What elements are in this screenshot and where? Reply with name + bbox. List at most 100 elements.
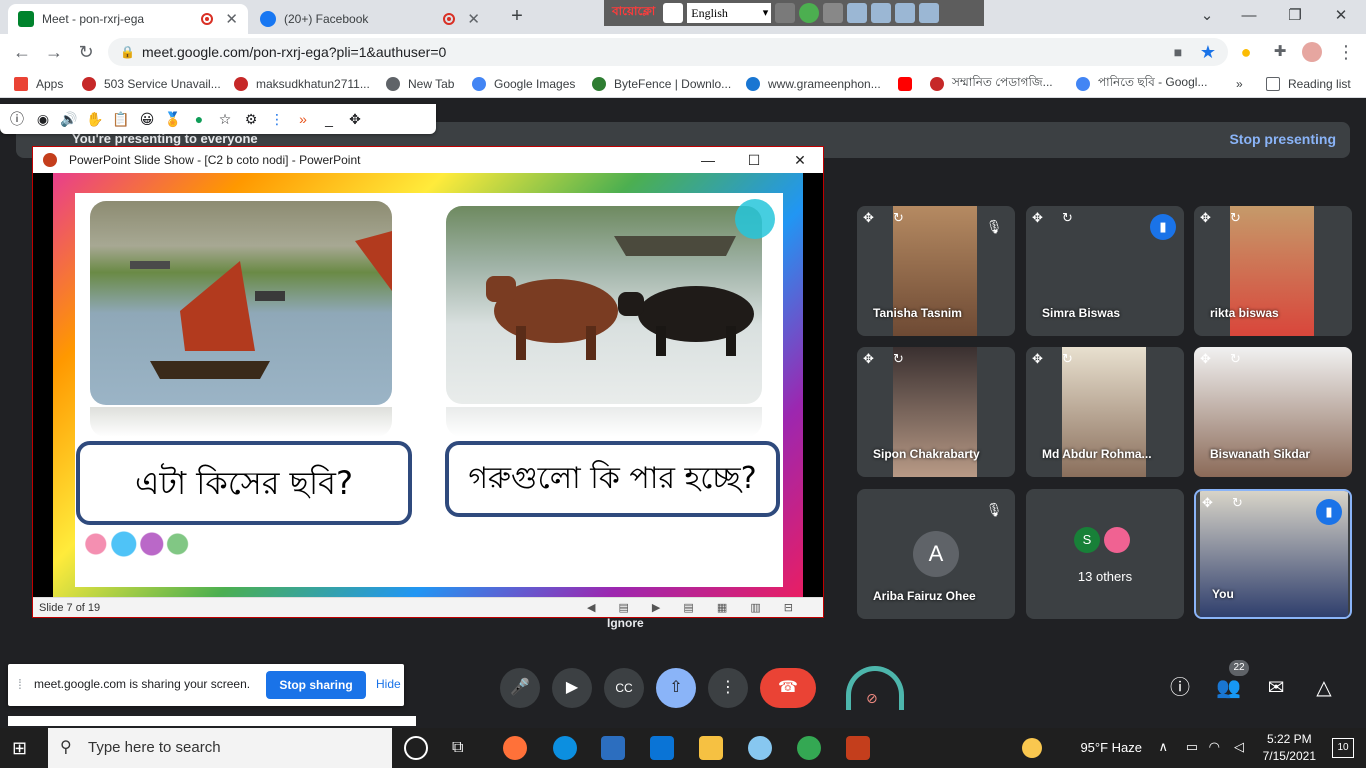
stop-presenting-button[interactable]: Stop presenting [1229,131,1336,147]
new-tab-button[interactable]: + [494,4,540,28]
mail-icon[interactable] [650,736,674,760]
hand-icon[interactable]: ✋ [84,108,106,130]
help-icon[interactable] [895,3,916,23]
layout-icon[interactable] [799,3,820,23]
tools-icon[interactable] [823,3,844,23]
tray-chevron-icon[interactable]: ∧ [1158,739,1168,755]
firefox-icon[interactable] [503,736,527,760]
profile-avatar[interactable] [1302,42,1322,62]
move-icon[interactable]: ✥ [1032,351,1043,367]
app-icon[interactable] [748,736,772,760]
battery-icon[interactable]: ▭ [1186,739,1198,755]
ppt-view-controls[interactable]: ◀ ▤ ▶ ▤ ▦ ▥ ⊟ [587,598,803,618]
info-icon[interactable]: ⓘ [6,108,28,130]
more-bookmarks-icon[interactable]: » [1236,76,1243,92]
badge-icon[interactable]: 🏅 [162,108,184,130]
bookmark-item[interactable]: পানিতে ছবি - Googl... [1076,75,1207,92]
refresh-icon[interactable]: ↻ [1232,495,1243,511]
refresh-icon[interactable]: ↻ [1062,351,1073,367]
language-select[interactable]: English [687,3,772,23]
refresh-icon[interactable]: ↻ [1062,210,1073,226]
close-window-button[interactable]: ✕ [1318,4,1364,28]
bookmark-item[interactable]: সম্মানিত পেডাগজি... [930,75,1053,92]
bookmark-item[interactable]: www.grameenphon... [746,76,881,92]
meeting-details-icon[interactable]: ⓘ [1168,676,1192,700]
bookmark-star-icon[interactable]: ★ [1198,42,1218,62]
address-bar[interactable]: 🔒 meet.google.com/pon-rxrj-ega?pli=1&aut… [108,38,1228,66]
store-icon[interactable] [601,736,625,760]
minimize-icon[interactable]: _ [318,108,340,130]
expand-icon[interactable]: » [292,108,314,130]
powerpoint-window[interactable]: PowerPoint Slide Show - [C2 b coto nodi]… [32,146,824,618]
close-tab-icon[interactable]: ✕ [467,10,480,28]
move-icon[interactable]: ✥ [863,351,874,367]
end-call-button[interactable]: ☎ [760,668,816,708]
gear-icon[interactable]: ⚙ [240,108,262,130]
tab-search-icon[interactable]: ⌄ [1184,4,1230,28]
speaker-icon[interactable]: 🔊 [58,108,80,130]
participant-tile[interactable]: ✥ ↻ Biswanath Sikdar [1194,347,1352,477]
move-icon[interactable]: ✥ [1200,351,1211,367]
eye-icon[interactable]: ◉ [32,108,54,130]
wifi-icon[interactable]: ◠ [1209,739,1220,755]
bookmark-item[interactable]: Google Images [472,76,575,92]
extensions-icon[interactable]: ✚ [1270,42,1290,62]
people-icon[interactable]: 👥 [1216,676,1241,700]
drag-handle-icon[interactable]: ⁞ [18,676,22,692]
ppt-close-button[interactable]: ✕ [777,147,823,173]
reload-icon[interactable]: ↻ [76,42,96,62]
ppt-maximize-button[interactable]: ☐ [731,147,777,173]
move-icon[interactable]: ✥ [1200,210,1211,226]
avro-mode-icon[interactable] [663,3,684,23]
taskbar-search[interactable]: ⚲ Type here to search [48,728,392,768]
reading-list[interactable]: Reading list [1266,76,1351,92]
others-tile[interactable]: S 13 others [1026,489,1184,619]
restore-button[interactable]: ❐ [1272,4,1318,28]
powerpoint-taskbar-icon[interactable] [846,736,870,760]
microphone-button[interactable]: 🎤 [500,668,540,708]
forward-icon[interactable]: → [44,42,64,62]
more-options-button[interactable]: ⋮ [708,668,748,708]
emoji-icon[interactable]: 😀 [136,108,158,130]
ppt-minimize-button[interactable]: — [685,147,731,173]
menu-icon[interactable]: ⋮ [1336,42,1356,62]
participant-tile[interactable]: 🎙 A Ariba Fairuz Ohee [857,489,1015,619]
stop-sharing-button[interactable]: Stop sharing [266,671,366,699]
volume-icon[interactable]: ◁ [1234,739,1244,755]
camera-icon[interactable]: ■ [1168,42,1188,62]
activities-icon[interactable]: △ [1312,676,1336,700]
participant-tile[interactable]: ✥ ↻ Md Abdur Rohma... [1026,347,1184,477]
camera-button[interactable]: ▶ [552,668,592,708]
hide-button[interactable]: Hide [376,677,401,691]
chat-icon[interactable]: ✉ [1264,676,1288,700]
move-icon[interactable]: ✥ [863,210,874,226]
bookmark-item[interactable] [898,76,920,92]
participant-tile[interactable]: ✥ ↻ Sipon Chakrabarty [857,347,1015,477]
cortana-icon[interactable] [404,736,428,760]
refresh-icon[interactable]: ↻ [1230,210,1241,226]
refresh-icon[interactable]: ↻ [893,210,904,226]
more-icon[interactable]: ⋮ [266,108,288,130]
refresh-icon[interactable]: ↻ [893,351,904,367]
captions-button[interactable]: CC [604,668,644,708]
task-view-icon[interactable]: ⧉ [452,736,476,760]
file-explorer-icon[interactable] [699,736,723,760]
chat-icon[interactable]: ● [188,108,210,130]
close-tab-icon[interactable]: ✕ [225,10,238,28]
bookmark-item[interactable]: maksudkhatun2711... [234,76,370,92]
present-button[interactable]: ⇧ [656,668,696,708]
move-icon[interactable]: ✥ [1032,210,1043,226]
participant-tile[interactable]: ✥ ↻ 🎙 Tanisha Tasnim [857,206,1015,336]
clipboard-icon[interactable]: 📋 [110,108,132,130]
settings-icon[interactable] [847,3,868,23]
star-icon[interactable]: ☆ [214,108,236,130]
bookmark-item[interactable]: 503 Service Unavail... [82,76,221,92]
back-icon[interactable]: ← [12,42,32,62]
web-icon[interactable] [871,3,892,23]
bookmark-item[interactable]: ByteFence | Downlo... [592,76,731,92]
participant-tile[interactable]: ✥ ↻ rikta biswas [1194,206,1352,336]
weather-text[interactable]: 95°F Haze [1080,740,1142,755]
self-tile[interactable]: ✥ ↻ ▮ You [1194,489,1352,619]
exit-icon[interactable] [919,3,940,23]
bookmark-item[interactable]: New Tab [386,76,454,92]
